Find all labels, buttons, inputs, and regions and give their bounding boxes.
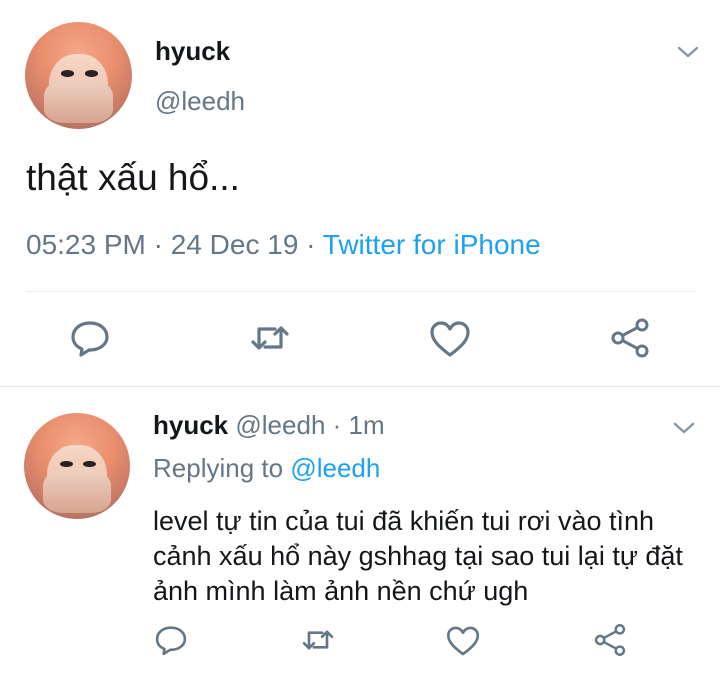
reply-header: hyuck @leedh · 1m (153, 410, 385, 441)
tweet-text: thật xấu hổ... (26, 157, 240, 198)
divider (26, 291, 696, 292)
retweet-button[interactable] (248, 316, 292, 360)
share-icon (611, 318, 649, 358)
tweet-text: level tự tin của tui đã khiến tui rơi và… (153, 506, 683, 606)
share-icon (594, 624, 626, 656)
like-button[interactable] (428, 317, 472, 361)
reply-icon (71, 321, 109, 357)
retweet-button[interactable] (300, 622, 336, 658)
like-icon (446, 626, 480, 656)
tweet-source-link[interactable]: Twitter for iPhone (323, 229, 541, 260)
replying-label: Replying to (153, 453, 291, 483)
avatar-eye (84, 70, 98, 77)
section-divider (0, 386, 720, 387)
reply-button[interactable] (68, 316, 112, 360)
avatar-eye (60, 460, 73, 468)
tweet-age: 1m (348, 410, 385, 440)
reply-button[interactable] (153, 622, 189, 658)
share-button[interactable] (608, 316, 652, 360)
author-handle[interactable]: @leedh (235, 410, 325, 440)
retweet-icon (302, 630, 334, 650)
meta-separator: · (145, 229, 171, 260)
meta-separator: · (298, 229, 323, 260)
avatar-hands (43, 468, 111, 513)
author-name[interactable]: hyuck (155, 36, 230, 67)
chevron-down-icon[interactable] (672, 420, 696, 436)
like-icon (430, 321, 470, 357)
replying-to: Replying to @leedh (153, 453, 380, 484)
tweet-time: 05:23 PM (26, 229, 146, 260)
avatar-eye (61, 70, 75, 77)
avatar[interactable] (25, 22, 132, 129)
tweet-date: 24 Dec 19 (170, 229, 299, 260)
avatar-eye (83, 460, 97, 468)
author-name[interactable]: hyuck (153, 410, 228, 440)
avatar-hands (44, 77, 113, 123)
main-tweet: hyuck @leedh thật xấu hổ... 05:23 PM · 2… (0, 0, 720, 385)
share-button[interactable] (592, 622, 628, 658)
chevron-down-icon[interactable] (676, 44, 700, 60)
like-button[interactable] (445, 623, 481, 659)
retweet-icon (251, 326, 289, 350)
replying-to-handle[interactable]: @leedh (290, 453, 380, 483)
avatar[interactable] (24, 413, 130, 519)
meta-separator: · (325, 410, 349, 440)
tweet-meta: 05:23 PM · 24 Dec 19 · Twitter for iPhon… (26, 229, 541, 261)
author-handle[interactable]: @leedh (155, 86, 245, 117)
reply-icon (155, 626, 187, 656)
